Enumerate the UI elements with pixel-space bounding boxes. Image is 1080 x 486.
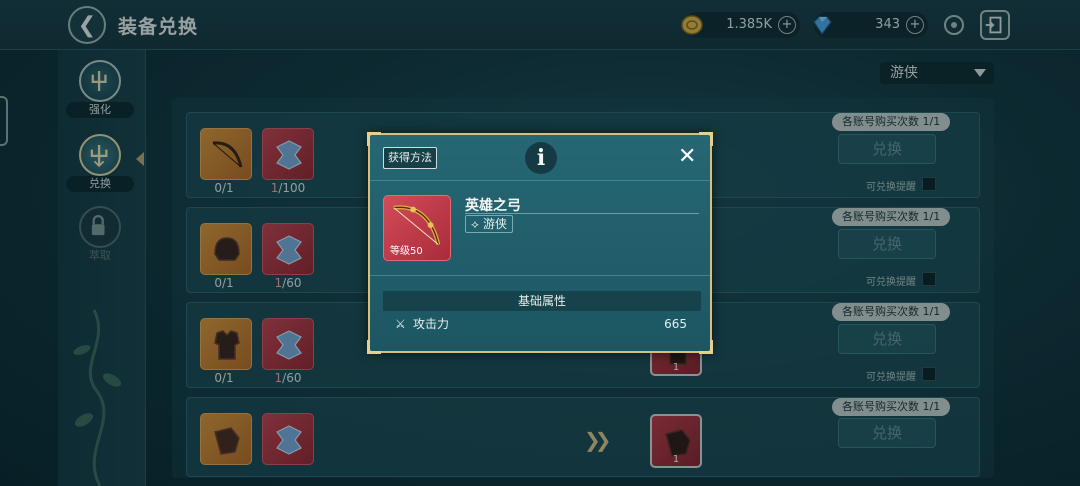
- divider: [465, 213, 699, 214]
- base-attributes-header: 基础属性: [383, 291, 701, 311]
- item-icon-frame: 等级50: [383, 195, 451, 261]
- class-tag-label: 游侠: [482, 217, 507, 231]
- attack-swords-icon: ⚔: [395, 317, 406, 331]
- class-tag: ⟡ 游侠: [465, 215, 513, 233]
- close-icon[interactable]: ✕: [678, 144, 696, 169]
- attribute-value: 665: [664, 317, 687, 331]
- info-icon[interactable]: i: [525, 142, 557, 174]
- ranger-class-icon: ⟡: [471, 217, 479, 231]
- obtain-method-button[interactable]: 获得方法: [383, 147, 437, 169]
- corner-ornament: [699, 340, 713, 354]
- corner-ornament: [367, 340, 381, 354]
- item-detail-modal: 获得方法 i ✕ 等级50 英雄之弓 ⟡ 游侠 基础属性 ⚔ 攻击力 665: [367, 132, 713, 354]
- divider: [370, 275, 710, 276]
- modal-header: 获得方法 i ✕: [370, 135, 710, 181]
- attribute-row: ⚔ 攻击力 665: [383, 313, 701, 335]
- item-name: 英雄之弓: [465, 198, 521, 214]
- attribute-name: 攻击力: [413, 317, 450, 331]
- item-level: 等级50: [390, 246, 423, 257]
